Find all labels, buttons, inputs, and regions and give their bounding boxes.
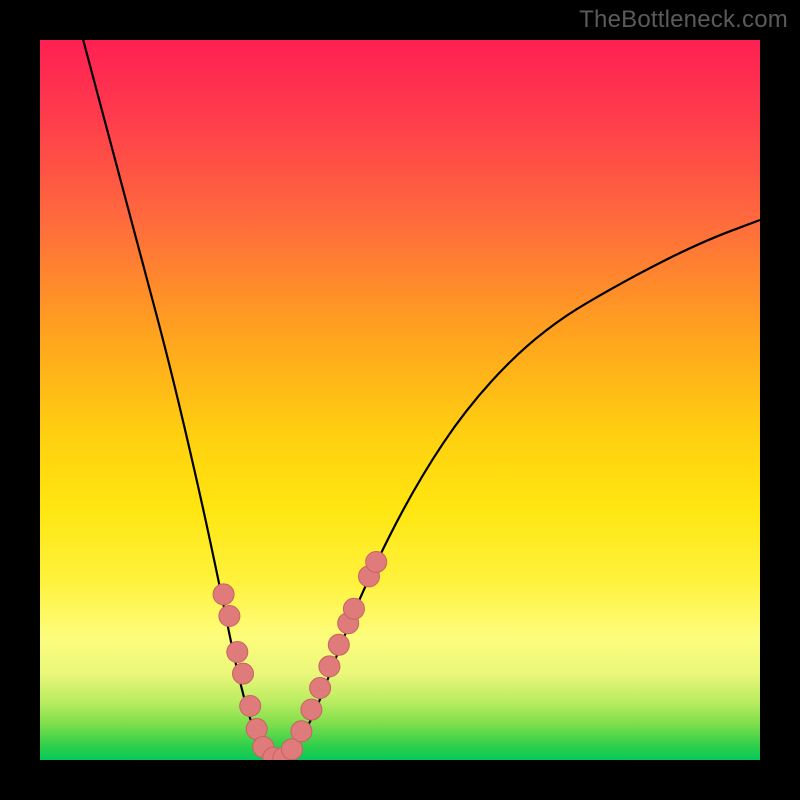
watermark-text: TheBottleneck.com — [579, 6, 788, 34]
curve-marker — [310, 678, 331, 699]
curve-marker — [366, 552, 387, 573]
curve-marker — [233, 663, 254, 684]
curve-marker — [253, 737, 274, 758]
highlighted-markers — [213, 552, 387, 761]
curve-marker — [359, 566, 380, 587]
curve-marker — [273, 747, 294, 760]
curve-marker — [213, 584, 234, 605]
curve-marker — [319, 656, 340, 677]
curve-marker — [240, 696, 261, 717]
curve-marker — [343, 598, 364, 619]
chart-frame: TheBottleneck.com — [0, 0, 800, 800]
curve-marker — [263, 747, 284, 760]
chart-svg — [40, 40, 760, 760]
bottleneck-curve — [83, 40, 760, 758]
curve-marker — [227, 642, 248, 663]
curve-marker — [282, 739, 303, 760]
plot-area — [40, 40, 760, 760]
curve-marker — [219, 606, 240, 627]
curve-marker — [301, 699, 322, 720]
curve-marker — [338, 613, 359, 634]
curve-marker — [291, 721, 312, 742]
curve-marker — [246, 719, 267, 740]
curve-marker — [328, 634, 349, 655]
